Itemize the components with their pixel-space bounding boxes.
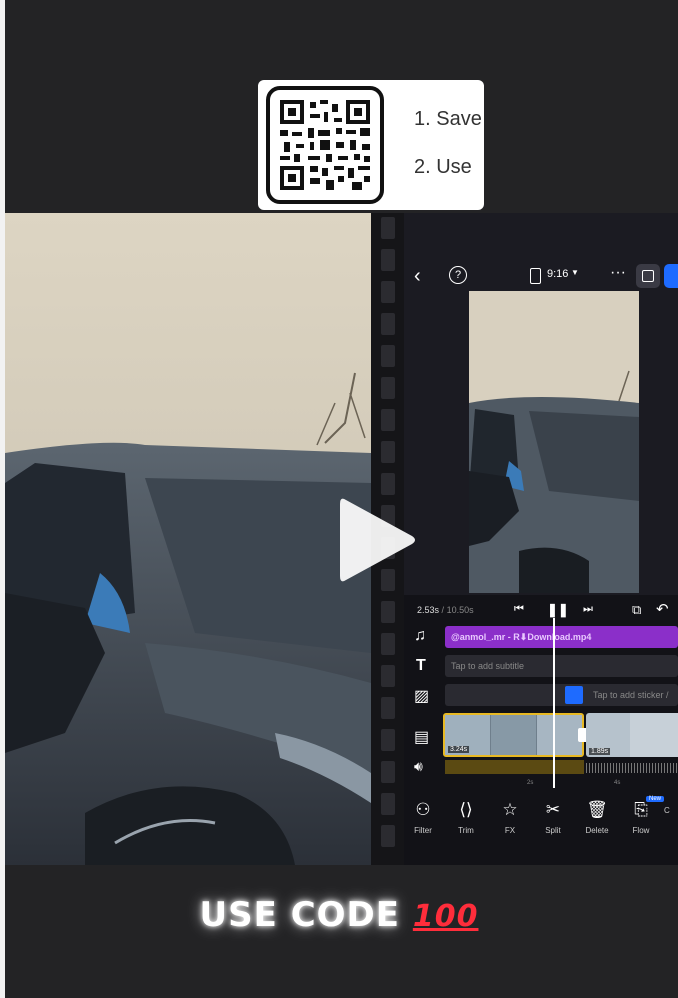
clip1-duration: 3.24s — [448, 746, 470, 753]
car-image-left — [5, 213, 371, 865]
save-button[interactable] — [636, 264, 660, 288]
sticker-add-icon[interactable]: ▨ — [414, 686, 429, 706]
clip2-audio-waveform — [586, 763, 678, 773]
car-image-preview — [469, 291, 639, 593]
scissors-icon: ✂ — [545, 800, 561, 819]
clip-audio-waveform — [445, 760, 584, 774]
tool-fx[interactable]: ☆ FX — [490, 800, 530, 835]
filter-icon: ⚇ — [415, 800, 431, 819]
chevron-down-icon[interactable]: ▼ — [571, 268, 579, 277]
qr-step-2: 2. Use — [414, 156, 472, 178]
editor-preview — [469, 291, 639, 593]
audio-track[interactable]: @anmol_.mr - R⬇Download.mp4 — [445, 626, 678, 648]
video-track-icon[interactable]: ▤ — [414, 727, 429, 747]
tool-label: Split — [545, 826, 561, 835]
promo-banner: USE CODE 100 — [0, 895, 678, 935]
aspect-ratio[interactable]: 9:16 — [547, 268, 568, 280]
copy-icon[interactable]: ⧉ — [632, 602, 641, 618]
save-icon — [642, 270, 654, 282]
sticker-track[interactable]: Tap to add sticker / — [445, 684, 678, 706]
clip-frame — [491, 715, 536, 755]
pause-icon[interactable]: ❚❚ — [547, 602, 569, 618]
time-readout: 2.53s / 10.50s — [417, 605, 474, 615]
tool-label: Trim — [458, 826, 474, 835]
tool-label: FX — [504, 826, 516, 835]
tool-label: Flow — [632, 826, 650, 835]
tool-flow[interactable]: ⎘ Flow — [621, 800, 661, 835]
play-icon[interactable] — [338, 494, 418, 586]
help-icon[interactable]: ? — [449, 266, 467, 284]
export-button[interactable] — [664, 264, 678, 288]
clip2-duration: 1.89s — [589, 748, 611, 755]
hundred-emoji-icon: 100 — [412, 899, 479, 934]
tool-trim[interactable]: ⟨⟩ Trim — [446, 800, 486, 835]
ruler-mark: 4s — [614, 780, 621, 786]
tool-label: Delete — [585, 826, 609, 835]
ruler-mark: 2s — [527, 780, 534, 786]
subtitle-track[interactable]: Tap to add subtitle — [445, 655, 678, 677]
video-left-panel — [5, 213, 371, 865]
sticker-thumb[interactable] — [565, 686, 583, 704]
back-icon[interactable]: ‹ — [414, 265, 421, 288]
qr-code[interactable] — [266, 86, 384, 204]
tool-split[interactable]: ✂ Split — [533, 800, 573, 835]
skip-forward-icon[interactable]: ⏭ — [583, 603, 593, 616]
clip-frame — [630, 713, 678, 757]
fx-icon: ☆ — [502, 800, 518, 819]
clip-frame — [537, 715, 582, 755]
trash-icon: 🗑︎ — [586, 800, 608, 819]
qr-code-icon — [280, 100, 370, 190]
time-total: 10.50s — [446, 605, 474, 615]
tool-filter[interactable]: ⚇ Filter — [403, 800, 443, 835]
new-badge: New — [646, 796, 665, 802]
video-clip-selected[interactable]: 3.24s — [443, 713, 584, 757]
video-clip-2[interactable]: 1.89s — [586, 713, 678, 757]
qr-card[interactable]: 1. Save 2. Use — [258, 80, 484, 210]
promo-text: USE CODE — [199, 895, 400, 935]
tool-label: C — [664, 806, 670, 815]
text-add-icon[interactable]: T — [416, 657, 426, 675]
qr-step-1: 1. Save — [414, 108, 482, 130]
sticker-placeholder: Tap to add sticker / — [593, 690, 669, 700]
time-current: 2.53s — [417, 605, 440, 615]
tool-more[interactable]: C — [664, 800, 678, 815]
music-add-icon[interactable]: ♫ — [414, 627, 426, 645]
flow-icon: ⎘ — [634, 800, 648, 819]
undo-icon[interactable]: ↶ — [656, 600, 669, 618]
skip-back-icon[interactable]: ⏮ — [514, 603, 524, 616]
playhead[interactable] — [553, 618, 555, 788]
tool-label: Filter — [414, 826, 432, 835]
volume-icon[interactable]: 🔊︎ — [414, 758, 423, 775]
more-icon[interactable]: ··· — [610, 264, 626, 282]
tool-delete[interactable]: 🗑︎ Delete — [577, 800, 617, 835]
phone-ratio-icon — [530, 268, 541, 284]
trim-icon: ⟨⟩ — [459, 800, 473, 819]
